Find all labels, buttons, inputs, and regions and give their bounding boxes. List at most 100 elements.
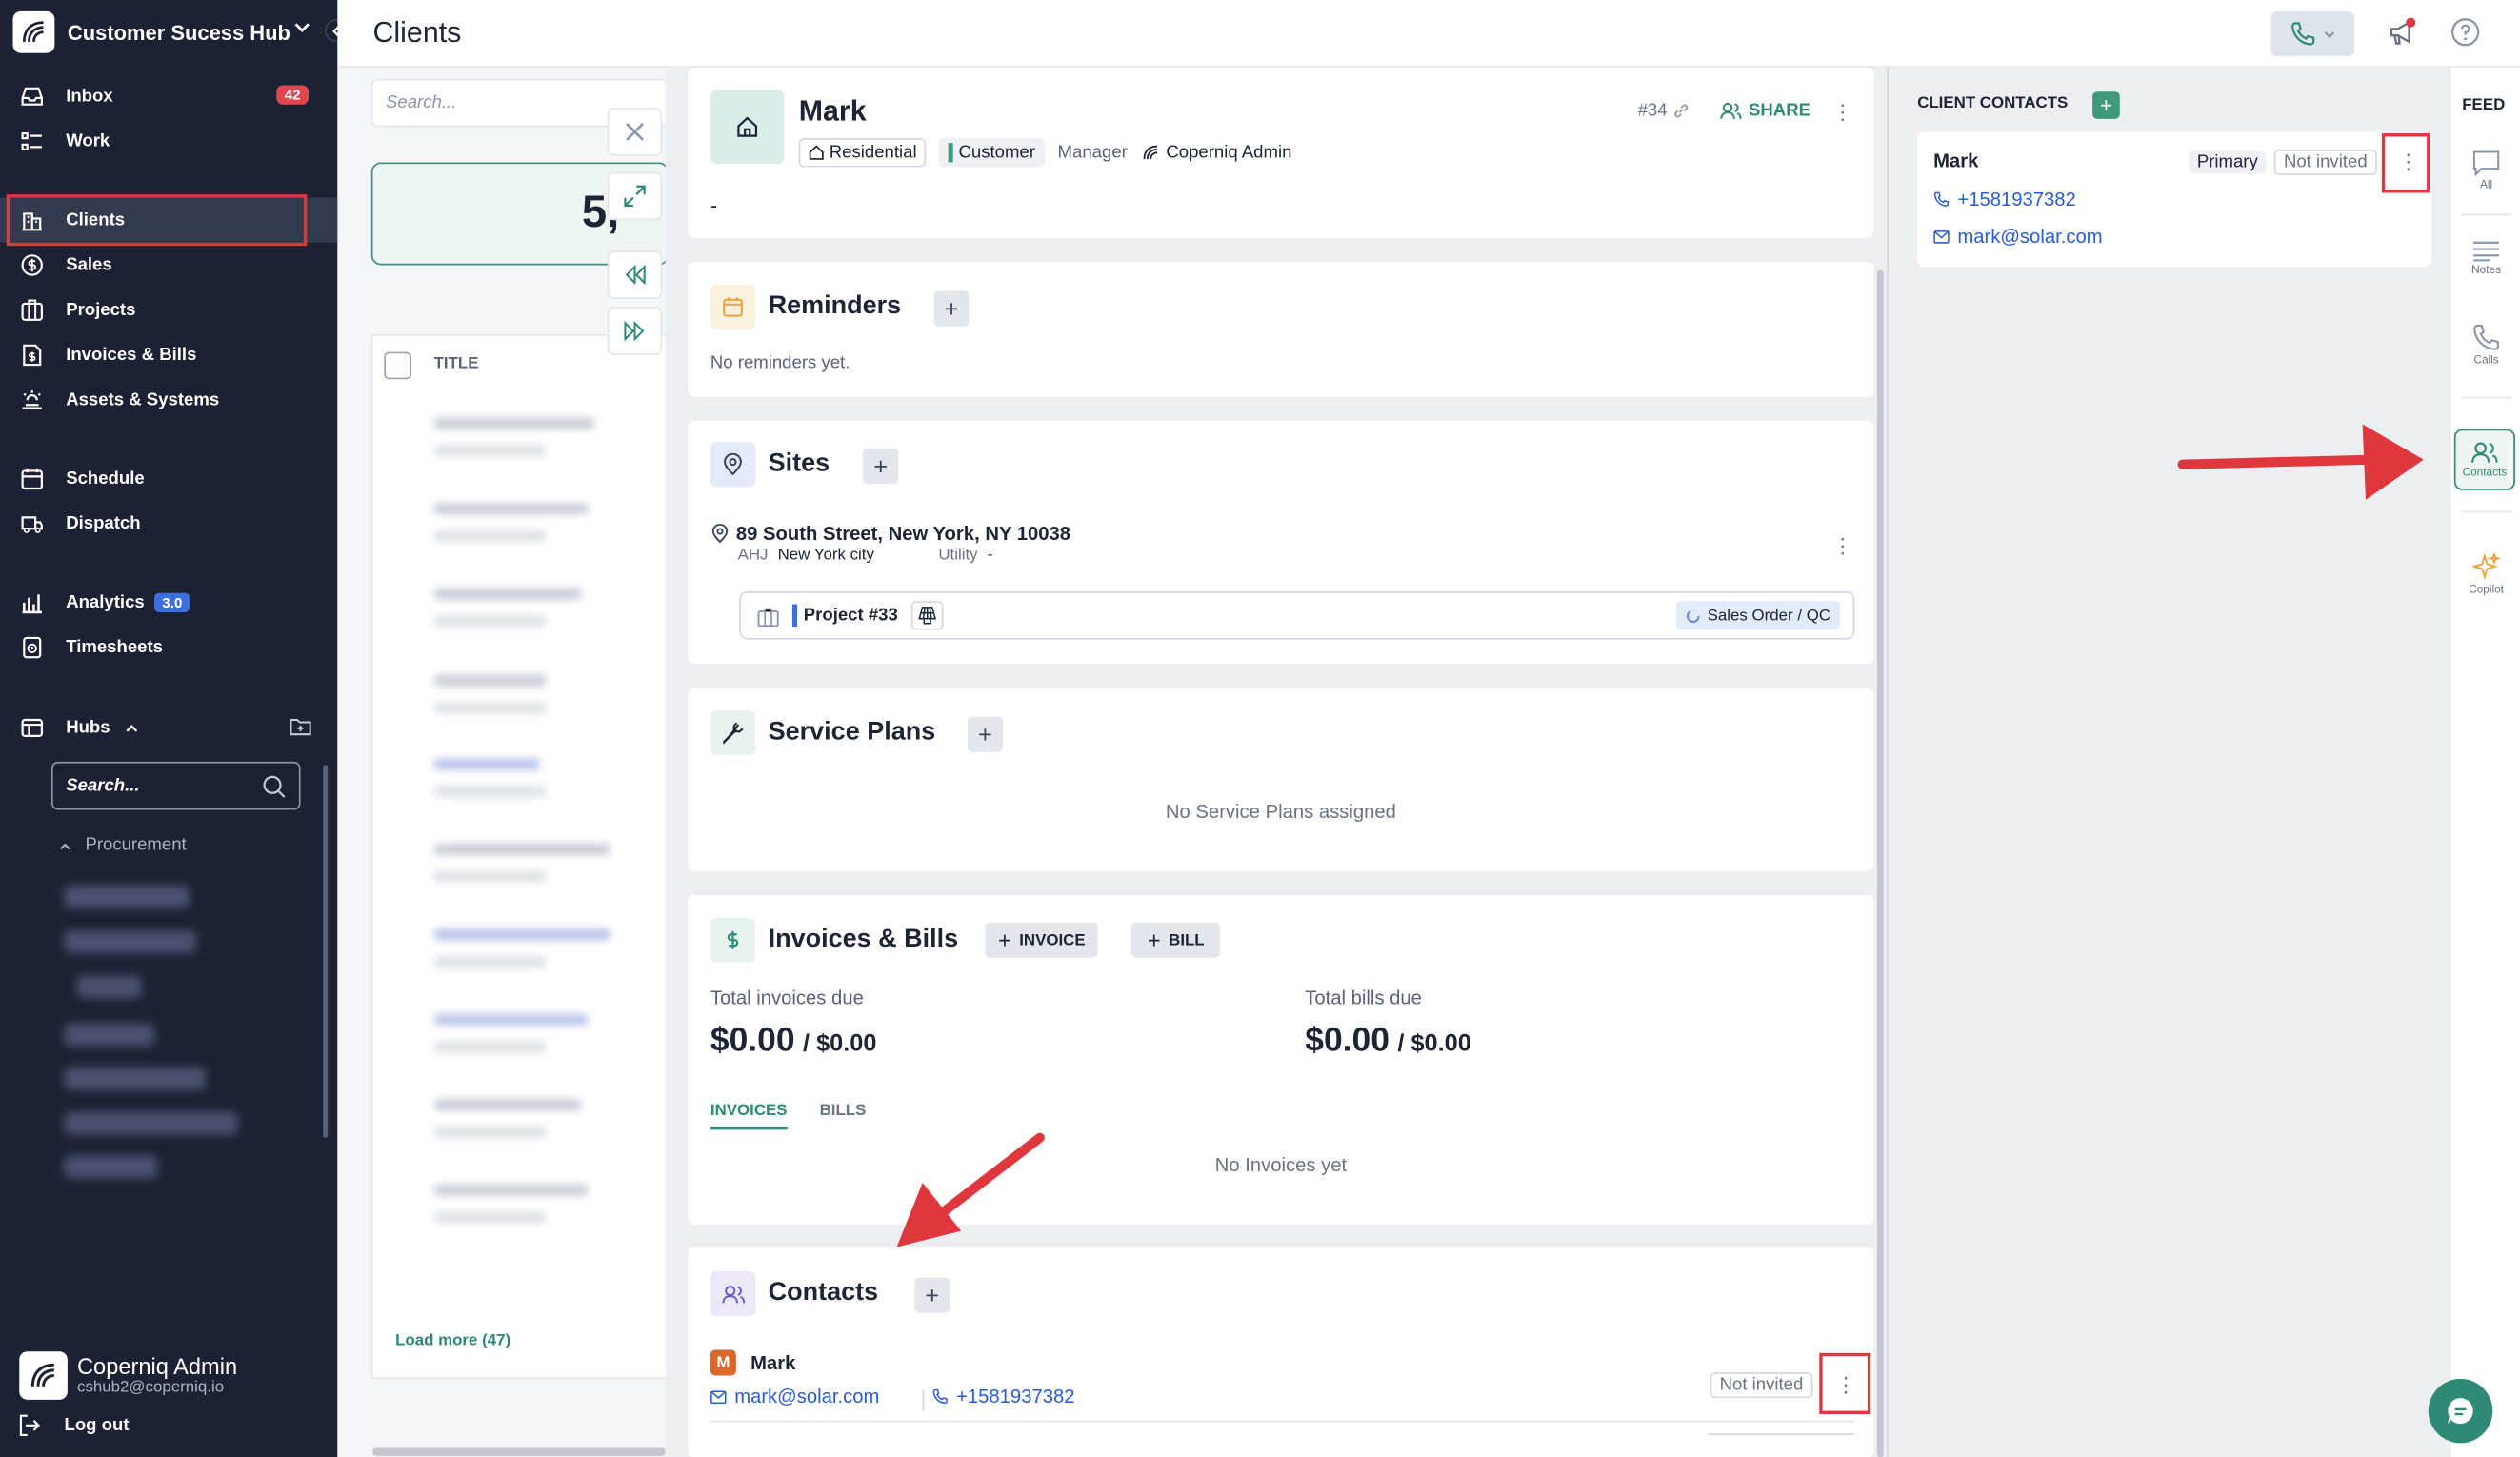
solar-sun-icon — [19, 388, 45, 413]
add-invoice-button[interactable]: + INVOICE — [985, 922, 1099, 958]
table-row[interactable] — [433, 1013, 589, 1026]
logout-button[interactable]: Log out — [19, 1414, 130, 1437]
call-dropdown-button[interactable] — [2270, 10, 2355, 57]
add-client-contact-button[interactable]: + — [2092, 91, 2120, 119]
load-more-button[interactable]: Load more (47) — [395, 1332, 510, 1350]
help-icon[interactable] — [2450, 18, 2480, 55]
inbox-icon — [19, 84, 45, 110]
reminders-card: Reminders + No reminders yet. — [688, 262, 1874, 397]
add-contact-button[interactable]: + — [914, 1277, 950, 1313]
table-row[interactable] — [433, 588, 582, 600]
table-row[interactable] — [433, 417, 595, 429]
detail-scrollbar[interactable] — [1877, 269, 1884, 1457]
horizontal-scrollbar[interactable] — [372, 1447, 666, 1456]
announcement-icon[interactable] — [2387, 17, 2419, 58]
dollar-circle-icon — [19, 252, 45, 278]
add-folder-icon[interactable] — [290, 715, 312, 743]
dollar-icon — [710, 917, 756, 963]
sidebar-item-projects[interactable]: Projects — [0, 288, 337, 332]
site-address[interactable]: 89 South Street, New York, NY 10038 — [710, 522, 1070, 545]
blurred-hub-item — [64, 885, 190, 908]
add-bill-button[interactable]: + BILL — [1131, 922, 1221, 958]
users-icon — [2471, 442, 2498, 463]
add-site-button[interactable]: + — [863, 448, 899, 484]
sidebar-item-inbox[interactable]: Inbox 42 — [0, 74, 337, 119]
sites-card: Sites + 89 South Street, New York, NY 10… — [688, 421, 1874, 664]
sidebar-item-hubs[interactable]: Hubs — [0, 706, 337, 750]
client-type-tag: Residential — [798, 138, 927, 168]
add-reminder-button[interactable]: + — [933, 290, 970, 327]
blurred-hub-item — [64, 1155, 158, 1178]
table-row-sub — [433, 1211, 547, 1224]
client-number[interactable]: #34 — [1638, 101, 1690, 121]
expand-button[interactable] — [607, 171, 663, 221]
table-row[interactable] — [433, 758, 540, 770]
sidebar-item-label: Hubs — [66, 718, 110, 738]
chat-support-button[interactable] — [2428, 1378, 2493, 1444]
feed-tab-notes[interactable]: Notes — [2454, 225, 2519, 289]
site-more-options-icon[interactable]: ⋮ — [1832, 533, 1853, 559]
sidebar-scrollbar[interactable] — [323, 765, 329, 1138]
add-service-plan-button[interactable]: + — [967, 716, 1003, 752]
table-row[interactable] — [433, 1184, 589, 1196]
table-row-sub — [433, 529, 547, 542]
primary-badge: Primary — [2189, 150, 2267, 174]
sidebar-item-assets-systems[interactable]: Assets & Systems — [0, 378, 337, 423]
table-row[interactable] — [433, 843, 611, 855]
sidebar-item-invoices-bills[interactable]: Invoices & Bills — [0, 332, 337, 377]
contact-phone-link[interactable]: +1581937382 — [1933, 188, 2076, 210]
site-project-row[interactable]: Project #33 Sales Order / QC — [739, 591, 1855, 640]
divider — [2460, 510, 2512, 513]
chevron-down-icon[interactable] — [292, 18, 311, 42]
feed-tab-contacts[interactable]: Contacts — [2453, 429, 2515, 490]
table-row-sub — [433, 1126, 547, 1138]
table-row[interactable] — [433, 1099, 582, 1111]
sidebar-item-work[interactable]: Work — [0, 119, 337, 164]
table-row[interactable] — [433, 928, 611, 941]
tab-invoices[interactable]: INVOICES — [710, 1103, 788, 1130]
table-row[interactable] — [433, 674, 547, 687]
feed-title: FEED — [2462, 96, 2506, 114]
close-detail-button[interactable] — [607, 108, 663, 156]
client-status-tag: Customer — [939, 138, 1046, 168]
sidebar-item-dispatch[interactable]: Dispatch — [0, 502, 337, 547]
manager-value[interactable]: Coperniq Admin — [1140, 143, 1291, 162]
previous-record-button[interactable] — [607, 250, 663, 299]
invoice-icon — [19, 342, 45, 368]
sidebar-item-schedule[interactable]: Schedule — [0, 456, 337, 501]
sidebar-item-sales[interactable]: Sales — [0, 243, 337, 288]
reminders-title: Reminders — [768, 292, 902, 320]
hub-group-procurement[interactable]: Procurement — [58, 836, 187, 855]
share-button[interactable]: SHARE — [1720, 101, 1810, 121]
select-all-checkbox[interactable] — [384, 351, 411, 380]
annotation-arrow — [2177, 424, 2424, 500]
client-description: - — [710, 192, 718, 217]
client-contact-card[interactable]: Mark Primary Not invited ⋮ +1581937382 m… — [1917, 131, 2432, 268]
divider — [1708, 1433, 1855, 1435]
top-bar: Clients — [337, 0, 2520, 68]
total-invoices-label: Total invoices due — [710, 987, 864, 1009]
feed-tab-copilot[interactable]: Copilot — [2454, 542, 2519, 607]
contact-email-link[interactable]: mark@solar.com — [1933, 225, 2103, 248]
workspace-switcher[interactable]: Customer Sucess Hub — [12, 10, 335, 54]
contact-phone-link[interactable]: +1581937382 — [932, 1386, 1075, 1407]
feed-tab-all[interactable]: All — [2454, 138, 2519, 203]
hub-search-input[interactable]: Search... — [51, 761, 301, 810]
bar-chart-icon — [19, 589, 45, 615]
tab-bills[interactable]: BILLS — [820, 1103, 867, 1121]
table-row-sub — [433, 870, 547, 883]
chevron-up-icon[interactable] — [123, 720, 139, 736]
sidebar-item-analytics[interactable]: Analytics 3.0 — [0, 580, 337, 625]
feed-tab-calls[interactable]: Calls — [2454, 311, 2519, 376]
more-options-icon[interactable]: ⋮ — [1832, 100, 1853, 126]
logout-icon — [19, 1414, 42, 1437]
contact-name[interactable]: Mark — [750, 1351, 795, 1374]
user-profile[interactable]: Coperniq Admin cshub2@coperniq.io — [19, 1350, 325, 1402]
hubs-icon — [19, 715, 45, 741]
contact-email-link[interactable]: mark@solar.com — [710, 1386, 879, 1407]
contacts-card: Contacts + M Mark mark@solar.com +158193… — [688, 1247, 1874, 1457]
table-row[interactable] — [433, 503, 589, 514]
sidebar-item-timesheets[interactable]: Timesheets — [0, 625, 337, 669]
status-indicator — [949, 143, 954, 163]
next-record-button[interactable] — [607, 307, 663, 355]
